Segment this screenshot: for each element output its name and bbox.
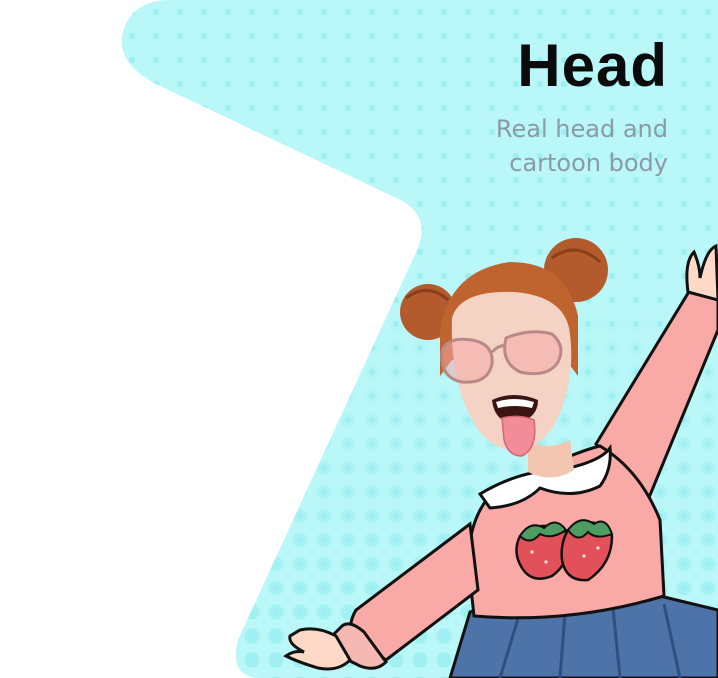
feature-card[interactable]: Head Real head and cartoon body <box>0 0 718 678</box>
cartoon-figure <box>283 238 718 678</box>
head-swap-illustration <box>283 238 718 678</box>
